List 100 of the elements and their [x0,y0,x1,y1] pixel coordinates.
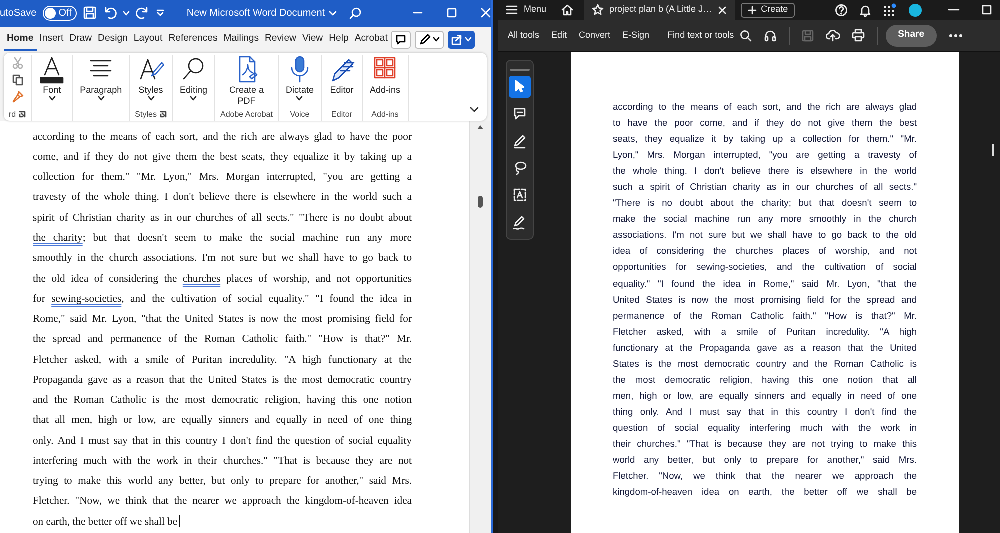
group-label: rd [9,108,16,121]
text-line: Propaganda gave as a reason that the United States is the most democratic country [33,374,412,388]
text-line: make the social machine run any more smoothly in the church [613,213,917,226]
paragraph-button[interactable]: Paragraph [78,54,124,109]
text-line: world any better, but only to prepare for another," said Mrs. [613,454,917,468]
toolbar-link[interactable]: Convert [579,28,611,42]
text-line: "There is no doubt about the charity; but that doesn't seem to [613,197,917,210]
comment-icon [394,34,407,46]
text-line: such a spirit of Christian charity as in our churches of all sects." [613,181,917,194]
toolbar-link[interactable]: E-Sign [622,28,650,42]
text-line: associations. I'm not sure but we shall have to go back to the old [613,229,917,242]
text-line: that all men, high or low, are equally sinners and equally in need of one thing [33,414,412,428]
caret-icon[interactable] [296,96,304,101]
ribbon-tab[interactable]: Review [262,28,300,52]
ribbon-tab[interactable]: Acrobat [352,28,391,52]
text-line: interfering much with the work in their churches." "That is because they are not [33,454,412,469]
ribbon-tab[interactable]: Home [4,28,37,52]
scrollbar-thumb[interactable] [478,196,483,208]
editing-button[interactable]: Editing [178,54,210,109]
autosave-label: utoSave [0,6,37,21]
scrollbar-thumb[interactable] [992,144,994,156]
dictate-button[interactable]: Dictate [284,54,316,109]
ribbon-tab[interactable]: Draw [66,28,96,52]
scroll-up-icon[interactable] [477,124,484,130]
editing-mode-button[interactable] [414,30,444,49]
collapse-icon[interactable] [470,106,479,113]
pdf-button[interactable]: Create a PDF [222,54,271,109]
caret-icon[interactable] [432,37,440,42]
printer-icon[interactable] [852,29,866,42]
caret-icon[interactable] [190,96,198,101]
text-line: according to the means of each sort, and the rich are always glad to have the poor [33,130,412,145]
addins-button[interactable]: Add-ins [368,54,402,109]
caret-icon[interactable] [48,96,56,101]
text-line: opportunities for sewing-societies, and the cultivation of social [613,261,917,274]
document-title[interactable]: New Microsoft Word Document [186,6,338,21]
plus-icon [748,6,758,14]
maximize-icon[interactable] [982,5,992,15]
apps-icon[interactable] [883,3,897,17]
text-line: Fletcher asked, with a smile of Puritan incredulity. "A high [613,326,917,339]
account-avatar[interactable] [909,4,922,16]
ribbon-tab[interactable]: Design [95,28,131,52]
text-line: smoothly in the church associations. I'm not sure but we shall have to go back to [33,252,412,266]
text-cursor [178,514,180,527]
tab-title: project plan b (A Little J… [610,3,712,16]
text-line: to have the poor come, and if they do not give them the best [613,117,917,130]
launcher-icon[interactable] [19,111,26,118]
editor-button[interactable]: Editor [326,54,357,109]
share-button[interactable] [448,30,475,49]
caret-icon[interactable] [98,96,105,101]
text-line: Fletcher. "Now, we think that the nearer we approach the kingdom-of-heaven idea [33,495,412,510]
toolbar-link[interactable]: Edit [552,28,568,42]
bell-icon[interactable] [859,4,872,16]
headphones-icon[interactable] [764,29,778,42]
caret-icon[interactable] [148,96,155,101]
home-icon[interactable] [560,4,574,16]
text-line: Fletcher asked, with a smile of Puritan incredulity. "A high functionary at the [33,354,412,368]
font-button[interactable]: Font [37,54,68,109]
text-line: travesty of the whole thing. I don't believe there is elsewhere in the world such a [33,191,412,206]
text-line: the whole thing. I don't believe there is elsewhere in the world [613,165,917,178]
create-button[interactable]: Create [741,2,796,18]
ribbon-tab[interactable]: Help [326,28,352,52]
text-line: equality." "I found the idea in Rome," said Mr. Lyon, "that the [613,278,917,291]
more-icon[interactable] [948,34,962,38]
autosave-toggle[interactable]: Off [42,6,77,21]
redo-icon[interactable] [136,6,150,20]
cloud-upload-icon[interactable] [826,29,840,42]
text-line: Lyon," Mrs. Morgan interrupted, "you are getting a travesty of [613,149,917,162]
ribbon-tab[interactable]: Layout [130,28,166,52]
text-line: spirit of Christian charity as in our churches of all sects." "There is no doubt about [33,212,412,226]
text-line: men, high or low, are equally sinners and equally in need of one [613,390,917,403]
group-label: Add-ins [372,108,399,121]
ribbon-tab[interactable]: References [166,28,221,52]
ribbon-tab[interactable]: Mailings [220,28,262,52]
text-line: the old idea of considering the churches places of worship, and not opportunities [33,272,412,287]
text-line: idea of considering the churches places of worship, and not [613,245,917,258]
toolbar-link[interactable]: All tools [508,28,540,42]
comment-icon [512,106,528,122]
help-icon[interactable] [835,4,848,16]
share-button[interactable]: Share [886,24,936,46]
text-line: permanence of the Roman Catholic faith." "How is that?" Mr. [613,310,917,323]
text-line: question of social equality interfering much with the work in [613,422,917,435]
star-icon[interactable] [592,4,604,16]
close-icon[interactable] [718,6,728,14]
styles-button[interactable]: Styles [136,54,166,109]
document-tab[interactable]: project plan b (A Little J… [584,0,736,20]
undo-icon[interactable] [102,6,117,20]
ribbon-tab[interactable]: Insert [36,28,67,52]
text-line: seats, they equalize it by taking up a collection for them." "Mr. [613,133,917,146]
comments-button[interactable] [390,30,411,49]
customize-icon[interactable] [156,9,165,18]
text-select-icon [512,187,528,203]
text-line: and the Roman Catholic is the most democratic religion, having this one notion [33,394,412,408]
ribbon-tab[interactable]: View [299,28,326,52]
launcher-icon[interactable] [160,111,167,118]
menu-button[interactable]: Menu [506,3,547,17]
format-painter-button[interactable] [12,88,24,105]
find-tools-button[interactable]: Find text or tools [668,28,752,42]
search-icon[interactable] [349,6,362,20]
select-tool-button[interactable] [509,76,531,98]
text-line: for sewing-societies, and the cultivation of social equality." "I found the idea in [33,292,412,307]
